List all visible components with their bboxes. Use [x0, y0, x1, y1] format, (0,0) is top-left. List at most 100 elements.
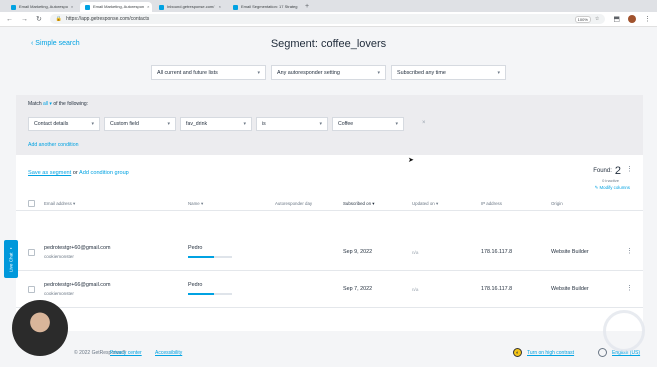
chevron-down-icon: ▾: [167, 121, 170, 127]
chevron-down-icon: ▾: [243, 121, 246, 127]
engagement-bar: [188, 256, 232, 258]
row-actions-icon[interactable]: ⋮: [626, 247, 633, 255]
chevron-down-icon: ▾: [257, 69, 260, 76]
reload-icon[interactable]: ↻: [36, 15, 42, 23]
subscribed-filter-label: Subscribed any time: [397, 69, 446, 76]
close-icon[interactable]: ×: [219, 2, 221, 12]
save-as-segment-link[interactable]: Save as segment: [28, 170, 71, 176]
column-email[interactable]: Email address ▾: [44, 201, 75, 207]
star-icon[interactable]: ☆: [595, 16, 599, 22]
condition-operator-dropdown[interactable]: is ▾: [256, 117, 328, 131]
close-icon[interactable]: ×: [71, 2, 73, 12]
match-prefix: Match: [28, 101, 42, 107]
condition-value-dropdown[interactable]: Coffee ▾: [332, 117, 404, 131]
column-updated-on[interactable]: Updated on ▾: [412, 201, 438, 207]
back-arrow-icon[interactable]: ←: [6, 16, 13, 23]
modify-columns-link[interactable]: ✎ Modify columns: [595, 185, 630, 191]
zoom-badge[interactable]: 100%: [574, 15, 591, 23]
favicon-icon: [11, 4, 16, 10]
url-text: https://app.getresponse.com/contacts: [66, 16, 150, 22]
page: Segment: coffee_lovers ‹ Simple search A…: [0, 28, 657, 367]
new-tab-button[interactable]: +: [302, 2, 312, 12]
more-options-icon[interactable]: ⋮: [626, 165, 633, 173]
updated-date: n/a: [412, 287, 419, 292]
condition-field-type-dropdown[interactable]: Custom field ▾: [104, 117, 176, 131]
simple-search-label: Simple search: [35, 40, 80, 47]
inactive-count: 0 inactive: [602, 178, 619, 183]
contact-email[interactable]: pedrotestgr+60@gmail.com: [44, 245, 110, 251]
mouse-cursor-icon: ➤: [408, 157, 414, 164]
engagement-fill: [188, 256, 215, 258]
footer: © 2022 GetResponse® Privacy center Acces…: [0, 331, 657, 367]
privacy-center-link[interactable]: Privacy center: [110, 350, 142, 356]
high-contrast-link[interactable]: Turn on high contrast: [527, 350, 574, 356]
tab-label: Email Marketing, Autorespon: [93, 4, 145, 9]
engagement-fill: [188, 293, 215, 295]
conditions-panel: Match all ▾ of the following: Contact de…: [16, 95, 643, 155]
condition-type-label: Contact details: [34, 121, 69, 127]
column-name[interactable]: Name ▾: [188, 201, 203, 207]
accessibility-link[interactable]: Accessibility: [155, 350, 182, 356]
chevron-down-icon: ▾: [91, 121, 94, 127]
found-count: 2: [614, 165, 621, 177]
tab-label: Email Segmentation: 17 Strateg: [241, 4, 298, 9]
browser-toolbar: ← → ↻ 🔒 https://app.getresponse.com/cont…: [0, 12, 657, 27]
subscribed-filter-dropdown[interactable]: Subscribed any time ▾: [391, 65, 506, 80]
row-checkbox[interactable]: [28, 249, 35, 256]
chevron-down-icon: ▾: [395, 121, 398, 127]
extension-icon[interactable]: ⬒: [613, 15, 620, 23]
condition-type-dropdown[interactable]: Contact details ▾: [28, 117, 100, 131]
table-row[interactable]: pedrotestgr+66@gmail.com cookiemonster P…: [16, 272, 643, 308]
browser-tab-4[interactable]: Email Segmentation: 17 Strateg×: [228, 2, 300, 12]
contrast-icon[interactable]: ◐: [513, 348, 522, 357]
condition-field-type-label: Custom field: [110, 121, 139, 127]
contact-list: cookiemonster: [44, 254, 74, 259]
forward-arrow-icon[interactable]: →: [21, 16, 28, 23]
contact-email[interactable]: pedrotestgr+66@gmail.com: [44, 282, 110, 288]
menu-icon[interactable]: ⋮: [644, 15, 651, 23]
favicon-icon: [159, 4, 164, 10]
lock-icon: 🔒: [55, 16, 63, 22]
subscribed-date: Sep 9, 2022: [343, 249, 373, 255]
row-checkbox[interactable]: [28, 286, 35, 293]
browser-tab-3[interactable]: Inbound.getresponse.com/ ×: [154, 2, 226, 12]
remove-condition-icon[interactable]: ×: [422, 120, 426, 126]
save-row: Save as segment or Add condition group: [28, 170, 129, 176]
select-all-checkbox[interactable]: [28, 200, 35, 207]
autoresponder-filter-dropdown[interactable]: Any autoresponder setting ▾: [271, 65, 386, 80]
autoresponder-filter-label: Any autoresponder setting: [277, 69, 340, 76]
globe-icon[interactable]: [598, 348, 607, 357]
found-counter: Found: 2: [593, 165, 621, 177]
condition-operator-label: is: [262, 121, 266, 127]
simple-search-link[interactable]: ‹ Simple search: [31, 40, 80, 47]
ip-address: 178.16.117.8: [481, 286, 513, 292]
add-another-condition-link[interactable]: Add another condition: [28, 142, 78, 148]
add-condition-group-link[interactable]: Add condition group: [79, 170, 129, 176]
table-row[interactable]: pedrotestgr+60@gmail.com cookiemonster P…: [16, 235, 643, 271]
column-ip-address[interactable]: IP address: [481, 201, 502, 206]
list-filter-dropdown[interactable]: All current and future lists ▾: [151, 65, 266, 80]
column-autoresponder-day[interactable]: Autoresponder day: [275, 201, 312, 206]
condition-field-label: fav_drink: [186, 121, 208, 127]
chevron-down-icon: ▾: [377, 69, 380, 76]
subscribed-date: Sep 7, 2022: [343, 286, 373, 292]
live-chat-button[interactable]: Live Chat ▪: [4, 240, 18, 278]
column-subscribed-on[interactable]: Subscribed on ▾: [343, 201, 375, 207]
browser-tab-2[interactable]: Email Marketing, Autorespon ×: [80, 2, 152, 12]
address-bar[interactable]: 🔒 https://app.getresponse.com/contacts 1…: [49, 14, 606, 24]
row-actions-icon[interactable]: ⋮: [626, 284, 633, 292]
browser-tab-1[interactable]: Email Marketing, Autorespo ×: [6, 2, 78, 12]
condition-field-dropdown[interactable]: fav_drink ▾: [180, 117, 252, 131]
chevron-down-icon: ▾: [497, 69, 500, 76]
close-icon[interactable]: ×: [147, 2, 149, 12]
favicon-icon: [233, 4, 238, 10]
tab-label: Email Marketing, Autorespo: [19, 4, 68, 9]
results-panel: Save as segment or Add condition group F…: [16, 155, 643, 331]
page-title: Segment: coffee_lovers: [270, 38, 387, 50]
column-origin[interactable]: Origin: [551, 201, 563, 206]
profile-avatar[interactable]: [628, 15, 636, 23]
found-label: Found:: [593, 168, 612, 174]
chevron-down-icon: ▾: [319, 121, 322, 127]
match-line: Match all ▾ of the following:: [28, 101, 88, 107]
column-email-label: Email address: [44, 201, 72, 206]
